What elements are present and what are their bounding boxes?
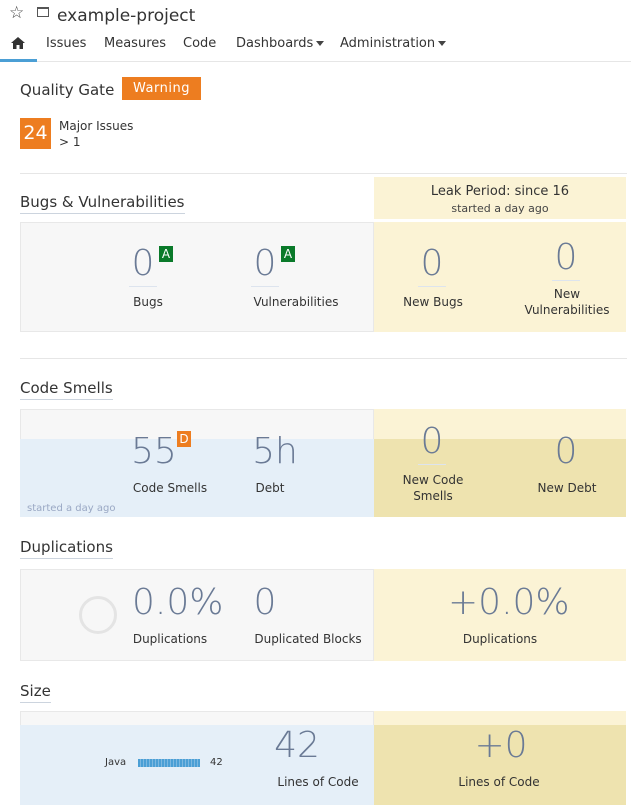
code-smells-leak-panel — [374, 409, 626, 439]
code-smells-rating[interactable]: D — [177, 431, 191, 447]
nav-dashboards-label: Dashboards — [236, 36, 314, 51]
new-bugs-label: New Bugs — [403, 295, 463, 309]
divider — [20, 173, 627, 174]
nav-dashboards[interactable]: Dashboards — [236, 36, 325, 51]
bugs-vulns-card — [20, 222, 374, 332]
bugs-vulns-title: Bugs & Vulnerabilities — [20, 193, 185, 214]
new-vulnerabilities-value[interactable]: 0 — [548, 237, 584, 281]
new-lines-of-code-label: Lines of Code — [458, 775, 540, 789]
vulnerabilities-value[interactable]: 0 — [247, 243, 283, 287]
vulnerabilities-label: Vulnerabilities — [253, 295, 339, 309]
language-bar — [138, 759, 200, 767]
new-smells-value-text: 0 — [420, 421, 444, 462]
nav-code[interactable]: Code — [183, 36, 216, 51]
code-smells-label: Code Smells — [132, 481, 208, 495]
size-title: Size — [20, 682, 51, 703]
new-lines-of-code-value[interactable]: +0 — [474, 725, 528, 766]
bugs-label: Bugs — [133, 295, 163, 309]
vulnerabilities-rating[interactable]: A — [281, 246, 295, 262]
language-loc: 42 — [210, 757, 223, 768]
new-vulns-label-line1: New — [553, 287, 581, 301]
new-dup-value-text: +0.0% — [448, 582, 570, 623]
duplications-label: Duplications — [132, 632, 208, 646]
new-vulns-label-line2: Vulnerabilities — [524, 303, 610, 317]
condition-metric: Major Issues — [59, 119, 134, 133]
leak-period-label: Leak Period: since 16 — [430, 184, 570, 199]
duplicated-blocks-value[interactable]: 0 — [250, 582, 280, 623]
nav-measures[interactable]: Measures — [104, 36, 166, 51]
smells-value-text: 55 — [131, 431, 177, 472]
condition-value[interactable]: 24 — [20, 118, 51, 149]
new-debt-value-text: 0 — [554, 431, 578, 472]
active-tab-indicator — [0, 59, 37, 62]
bugs-value-text: 0 — [131, 243, 155, 284]
bugs-value[interactable]: 0 — [125, 243, 161, 287]
code-smells-title: Code Smells — [20, 379, 113, 400]
dup-value-text: 0.0% — [132, 582, 224, 623]
size-leak-panel — [374, 711, 626, 725]
condition-text: Major Issues > 1 — [59, 118, 133, 150]
divider — [20, 358, 627, 359]
new-duplications-value[interactable]: +0.0% — [448, 582, 570, 623]
started-label: started a day ago — [27, 503, 116, 514]
new-duplications-label: Duplications — [462, 632, 538, 646]
nav-issues[interactable]: Issues — [46, 36, 86, 51]
project-icon — [37, 7, 49, 17]
duplications-value[interactable]: 0.0% — [132, 582, 223, 623]
new-vulnerabilities-label: New Vulnerabilities — [520, 286, 614, 318]
star-icon[interactable]: ☆ — [9, 3, 24, 23]
bugs-rating[interactable]: A — [159, 246, 173, 262]
loc-value-text: 42 — [274, 725, 320, 766]
nav-administration-label: Administration — [340, 36, 436, 51]
code-smells-value[interactable]: 55 — [131, 431, 177, 472]
language-name: Java — [105, 757, 127, 768]
lines-of-code-value[interactable]: 42 — [274, 725, 320, 766]
leak-period-header: Leak Period: since 16 started a day ago — [374, 177, 626, 219]
new-bugs-value[interactable]: 0 — [414, 243, 450, 287]
new-debt-value[interactable]: 0 — [548, 431, 584, 472]
duplications-donut-chart — [79, 596, 117, 634]
new-loc-value-text: +0 — [474, 725, 528, 766]
project-name[interactable]: example-project — [57, 6, 195, 26]
debt-label: Debt — [255, 481, 285, 495]
new-bugs-value-text: 0 — [420, 243, 444, 284]
quality-gate-title: Quality Gate — [20, 81, 115, 99]
chevron-down-icon — [438, 41, 447, 46]
new-code-smells-value[interactable]: 0 — [414, 421, 450, 465]
duplicated-blocks-label: Duplicated Blocks — [254, 632, 362, 646]
debt-value-text: 5h — [252, 431, 298, 472]
new-vulns-value-text: 0 — [554, 237, 578, 278]
debt-value[interactable]: 5h — [250, 431, 300, 472]
new-debt-label: New Debt — [537, 481, 597, 495]
lines-of-code-label: Lines of Code — [277, 775, 359, 789]
blocks-value-text: 0 — [253, 582, 277, 623]
quality-gate-status-badge: Warning — [122, 77, 201, 100]
condition-threshold: > 1 — [59, 135, 81, 149]
nav-divider — [0, 61, 631, 62]
leak-period-started: started a day ago — [451, 202, 549, 215]
new-smells-label-line1: New Code — [402, 473, 464, 487]
chevron-down-icon — [316, 41, 325, 46]
new-code-smells-label: New Code Smells — [392, 472, 474, 504]
duplications-title: Duplications — [20, 538, 113, 559]
nav-administration[interactable]: Administration — [340, 36, 447, 51]
new-smells-label-line2: Smells — [413, 489, 453, 503]
vulns-value-text: 0 — [253, 243, 277, 284]
home-icon[interactable] — [10, 36, 26, 50]
